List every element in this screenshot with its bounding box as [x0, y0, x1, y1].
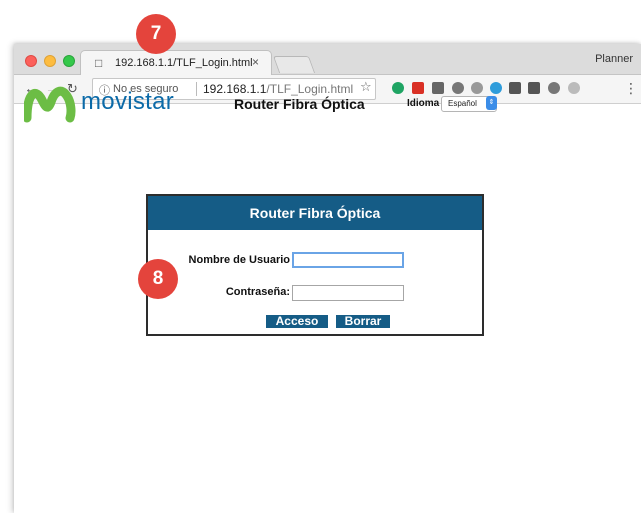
- tab-bar: □ 192.168.1.1/TLF_Login.html × Planner: [14, 44, 641, 75]
- new-tab-button[interactable]: [272, 56, 316, 73]
- browser-tab[interactable]: □ 192.168.1.1/TLF_Login.html ×: [80, 50, 272, 75]
- menu-icon[interactable]: ⋮: [624, 80, 638, 97]
- url-host: 192.168.1.1: [203, 82, 267, 96]
- tab-title: 192.168.1.1/TLF_Login.html: [115, 57, 253, 69]
- login-panel: Router Fibra Óptica Nombre de Usuario Co…: [146, 194, 484, 336]
- page-icon: □: [95, 56, 103, 70]
- mail-extension-icon[interactable]: [412, 82, 424, 94]
- language-select[interactable]: Español ⇕: [441, 96, 497, 112]
- password-input[interactable]: [292, 285, 404, 301]
- password-label: Contraseña:: [225, 286, 290, 298]
- star-icon[interactable]: ☆: [360, 79, 372, 95]
- step-badge-8: 8: [138, 259, 178, 299]
- page-title: Router Fibra Óptica: [234, 96, 365, 112]
- cast-extension-icon[interactable]: [568, 82, 580, 94]
- omnibox-divider: [196, 82, 197, 96]
- submit-button[interactable]: Acceso: [266, 315, 328, 328]
- url-path: /TLF_Login.html: [266, 82, 354, 96]
- profile-name[interactable]: Planner: [595, 53, 633, 65]
- brand-logo-text: movistar: [81, 88, 175, 115]
- language-selected-value: Español: [448, 99, 477, 108]
- step-badge-7: 7: [136, 14, 176, 54]
- help-extension-icon[interactable]: [509, 82, 521, 94]
- evernote-extension-icon[interactable]: [392, 82, 404, 94]
- maximize-window-button[interactable]: [63, 55, 75, 67]
- username-label: Nombre de Usuario: [188, 254, 290, 266]
- username-input[interactable]: [292, 252, 404, 268]
- dropdown-arrow-icon: ⇕: [486, 96, 497, 110]
- login-panel-title: Router Fibra Óptica: [148, 196, 482, 230]
- note-extension-icon[interactable]: [528, 82, 540, 94]
- reset-button[interactable]: Borrar: [336, 315, 390, 328]
- movistar-m-icon: [24, 86, 76, 123]
- close-icon[interactable]: ×: [252, 55, 259, 69]
- compass-extension-icon[interactable]: [490, 82, 502, 94]
- shield-extension-icon[interactable]: [432, 82, 444, 94]
- url-text: 192.168.1.1/TLF_Login.html: [203, 82, 353, 96]
- close-window-button[interactable]: [25, 55, 37, 67]
- pocket-extension-icon[interactable]: [452, 82, 464, 94]
- minimize-window-button[interactable]: [44, 55, 56, 67]
- info-extension-icon[interactable]: [548, 82, 560, 94]
- drive-extension-icon[interactable]: [471, 82, 483, 94]
- language-label: Idioma: [407, 98, 440, 109]
